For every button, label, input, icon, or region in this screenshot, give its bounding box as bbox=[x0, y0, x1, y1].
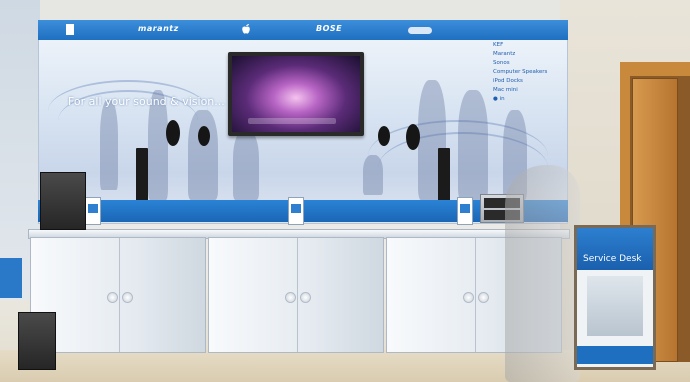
tv-dock bbox=[248, 118, 336, 124]
nav-item: Marantz bbox=[493, 51, 516, 57]
service-desk-image bbox=[587, 276, 643, 336]
cabinet-middle bbox=[208, 237, 384, 353]
product-display bbox=[457, 197, 473, 225]
tower-speaker-left bbox=[136, 148, 148, 202]
tower-speaker-right bbox=[438, 148, 450, 202]
speaker-left bbox=[166, 120, 180, 146]
panel-nav: KEF Marantz Sonos Computer Speakers iPod… bbox=[493, 41, 547, 104]
product-display bbox=[85, 197, 101, 225]
subwoofer bbox=[18, 312, 56, 370]
nav-item: Mac mini bbox=[493, 87, 518, 93]
apple-icon bbox=[242, 24, 250, 34]
cabinet-knob bbox=[478, 292, 489, 303]
person-silhouette bbox=[505, 165, 580, 382]
nav-item: Sonos bbox=[493, 60, 510, 66]
nav-item: KEF bbox=[493, 42, 504, 48]
service-desk: Service Desk bbox=[574, 225, 656, 370]
brand-marantz: marantz bbox=[138, 24, 179, 33]
logo-icon bbox=[66, 24, 74, 35]
speaker-right-small bbox=[378, 126, 390, 146]
speaker-left-small bbox=[198, 126, 210, 146]
service-desk-footer bbox=[577, 346, 653, 364]
product-display bbox=[288, 197, 304, 225]
service-desk-header: Service Desk bbox=[577, 228, 653, 270]
subwoofer bbox=[40, 172, 86, 230]
tagline: For all your sound & vision... bbox=[68, 95, 225, 108]
service-desk-title: Service Desk bbox=[583, 254, 642, 264]
nav-item: Computer Speakers bbox=[493, 69, 548, 75]
cabinet-knob bbox=[107, 292, 118, 303]
brand-bose: BOSE bbox=[316, 24, 343, 33]
cabinet-knob bbox=[463, 292, 474, 303]
cabinet-left bbox=[30, 237, 206, 353]
speaker-right bbox=[406, 124, 420, 150]
tv bbox=[228, 52, 364, 136]
cabinet-knob bbox=[122, 292, 133, 303]
wall-stripe bbox=[0, 258, 22, 298]
brand-bar: marantz BOSE bbox=[38, 20, 568, 40]
nav-item: ● in bbox=[493, 96, 505, 102]
nav-pill bbox=[408, 27, 432, 34]
nav-item: iPod Docks bbox=[493, 78, 523, 84]
cabinet-knob bbox=[300, 292, 311, 303]
cabinet-knob bbox=[285, 292, 296, 303]
